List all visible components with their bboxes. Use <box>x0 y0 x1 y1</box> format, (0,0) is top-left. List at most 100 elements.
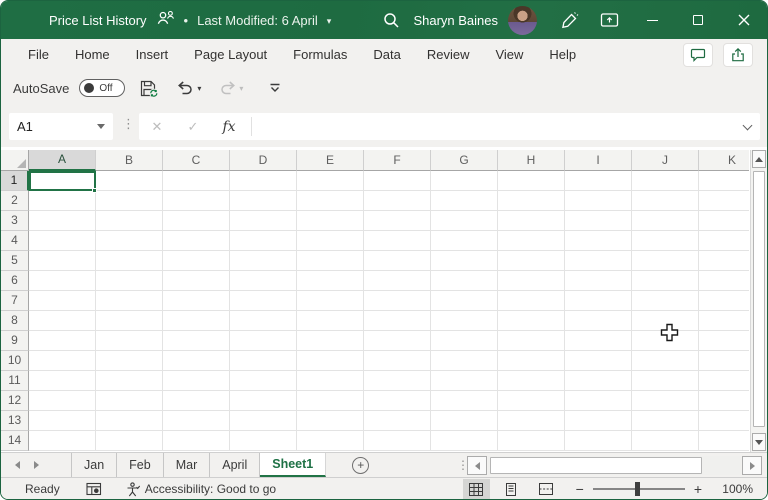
share-icon <box>732 47 744 61</box>
tab-scroll-left-icon[interactable] <box>15 461 20 469</box>
row-header-1[interactable]: 1 <box>1 171 29 191</box>
row-header-5[interactable]: 5 <box>1 251 29 271</box>
accessibility-status[interactable]: Accessibility: Good to go <box>126 481 276 497</box>
share-button[interactable] <box>723 42 753 67</box>
page-layout-view-button[interactable] <box>498 479 525 499</box>
column-header-D[interactable]: D <box>230 150 297 171</box>
column-header-G[interactable]: G <box>431 150 498 171</box>
sheet-tab-feb[interactable]: Feb <box>117 453 164 477</box>
column-header-H[interactable]: H <box>498 150 565 171</box>
title-bar: Price List History • Last Modified: 6 Ap… <box>1 1 767 39</box>
minimize-button[interactable] <box>629 1 675 39</box>
column-header-K[interactable]: K <box>699 150 749 171</box>
horizontal-scrollbar-thumb[interactable] <box>490 457 702 474</box>
macro-record-button[interactable] <box>86 482 102 496</box>
menu-tab-review[interactable]: Review <box>414 39 483 70</box>
menu-tab-file[interactable]: File <box>15 39 62 70</box>
column-header-E[interactable]: E <box>297 150 364 171</box>
column-header-A[interactable]: A <box>29 150 96 171</box>
zoom-control: − + 100% <box>576 481 753 497</box>
sheet-tab-april[interactable]: April <box>210 453 261 477</box>
undo-dropdown-icon[interactable]: ▾ <box>197 84 201 93</box>
row-header-7[interactable]: 7 <box>1 291 29 311</box>
fill-handle[interactable] <box>92 188 97 193</box>
row-header-13[interactable]: 13 <box>1 411 29 431</box>
cancel-button[interactable]: ✕ <box>139 119 175 135</box>
column-header-I[interactable]: I <box>565 150 632 171</box>
scroll-down-button[interactable] <box>752 433 766 451</box>
autosave-toggle[interactable]: Off <box>79 79 126 97</box>
row-header-2[interactable]: 2 <box>1 191 29 211</box>
scroll-up-button[interactable] <box>752 150 766 168</box>
hscroll-left-button[interactable] <box>467 456 487 475</box>
row-header-4[interactable]: 4 <box>1 231 29 251</box>
scroll-down-icon <box>755 439 763 445</box>
zoom-out-button[interactable]: − <box>576 481 584 497</box>
undo-icon <box>178 80 193 94</box>
menu-tab-help[interactable]: Help <box>536 39 589 70</box>
last-modified-label[interactable]: Last Modified: 6 April <box>197 13 318 28</box>
undo-button[interactable]: ▾ <box>173 80 205 96</box>
hscroll-right-button[interactable] <box>742 456 762 475</box>
comments-button[interactable] <box>683 42 713 67</box>
redo-dropdown-icon: ▾ <box>239 83 244 93</box>
ribbon-display-options-icon[interactable] <box>589 1 629 39</box>
worksheet-area: ABCDEFGHIJK 1 2 3 4 5 6 7 8 9 10 11 12 13 14 <box>1 147 767 452</box>
column-header-J[interactable]: J <box>632 150 699 171</box>
row-header-11[interactable]: 11 <box>1 371 29 391</box>
menu-tab-page-layout[interactable]: Page Layout <box>181 39 280 70</box>
row-header-14[interactable]: 14 <box>1 431 29 451</box>
search-icon[interactable] <box>382 11 400 29</box>
user-name[interactable]: Sharyn Baines <box>413 13 498 28</box>
customize-quick-access-button[interactable] <box>265 83 285 93</box>
sheet-tab-bar: Jan Feb Mar April Sheet1 + ⋮ <box>1 452 767 477</box>
coauthors-icon[interactable] <box>156 10 175 31</box>
name-box[interactable]: A1 <box>9 113 113 140</box>
vertical-scrollbar-thumb[interactable] <box>753 171 765 427</box>
row-header-10[interactable]: 10 <box>1 351 29 371</box>
normal-view-button[interactable] <box>462 479 490 499</box>
zoom-slider-thumb[interactable] <box>634 482 640 496</box>
insert-function-button[interactable]: fx <box>211 119 247 135</box>
column-header-B[interactable]: B <box>96 150 163 171</box>
ink-pen-icon[interactable] <box>549 1 589 39</box>
sheet-tab-sheet1[interactable]: Sheet1 <box>260 453 327 477</box>
maximize-button[interactable] <box>675 1 721 39</box>
new-sheet-button[interactable]: + <box>352 456 370 474</box>
menu-tab-view[interactable]: View <box>482 39 536 70</box>
page-break-preview-button[interactable] <box>533 479 560 499</box>
active-cell-selection[interactable] <box>29 171 96 191</box>
zoom-level[interactable]: 100% <box>711 482 753 496</box>
redo-button[interactable]: ▾ <box>215 80 247 96</box>
zoom-slider[interactable] <box>592 482 685 496</box>
row-header-6[interactable]: 6 <box>1 271 29 291</box>
column-header-F[interactable]: F <box>364 150 431 171</box>
zoom-in-button[interactable]: + <box>694 481 702 497</box>
close-button[interactable] <box>721 1 767 39</box>
title-dropdown-icon[interactable]: ▾ <box>327 14 332 27</box>
sheet-tab-jan[interactable]: Jan <box>71 453 118 477</box>
user-avatar[interactable] <box>508 5 537 35</box>
enter-button[interactable]: ✓ <box>175 119 211 135</box>
document-title[interactable]: Price List History <box>49 13 147 28</box>
save-button[interactable] <box>135 79 163 98</box>
vertical-scrollbar[interactable] <box>750 150 767 452</box>
select-all-button[interactable] <box>1 150 29 171</box>
menu-tab-insert[interactable]: Insert <box>123 39 182 70</box>
menu-tab-data[interactable]: Data <box>360 39 413 70</box>
formula-input[interactable] <box>256 113 734 140</box>
row-header-12[interactable]: 12 <box>1 391 29 411</box>
menu-tab-formulas[interactable]: Formulas <box>280 39 360 70</box>
tab-scroll-right-icon[interactable] <box>34 461 39 469</box>
sheet-tab-mar[interactable]: Mar <box>164 453 211 477</box>
column-header-C[interactable]: C <box>163 150 230 171</box>
name-box-dropdown-icon[interactable] <box>97 124 105 129</box>
cell-grid[interactable] <box>29 171 749 451</box>
expand-formula-bar-icon[interactable] <box>734 120 760 130</box>
row-headers: 1 2 3 4 5 6 7 8 9 10 11 12 13 14 <box>1 171 29 451</box>
formula-bar-drag-handle[interactable]: ⋮ <box>122 116 135 132</box>
row-header-9[interactable]: 9 <box>1 331 29 351</box>
menu-tab-home[interactable]: Home <box>62 39 123 70</box>
row-header-8[interactable]: 8 <box>1 311 29 331</box>
row-header-3[interactable]: 3 <box>1 211 29 231</box>
